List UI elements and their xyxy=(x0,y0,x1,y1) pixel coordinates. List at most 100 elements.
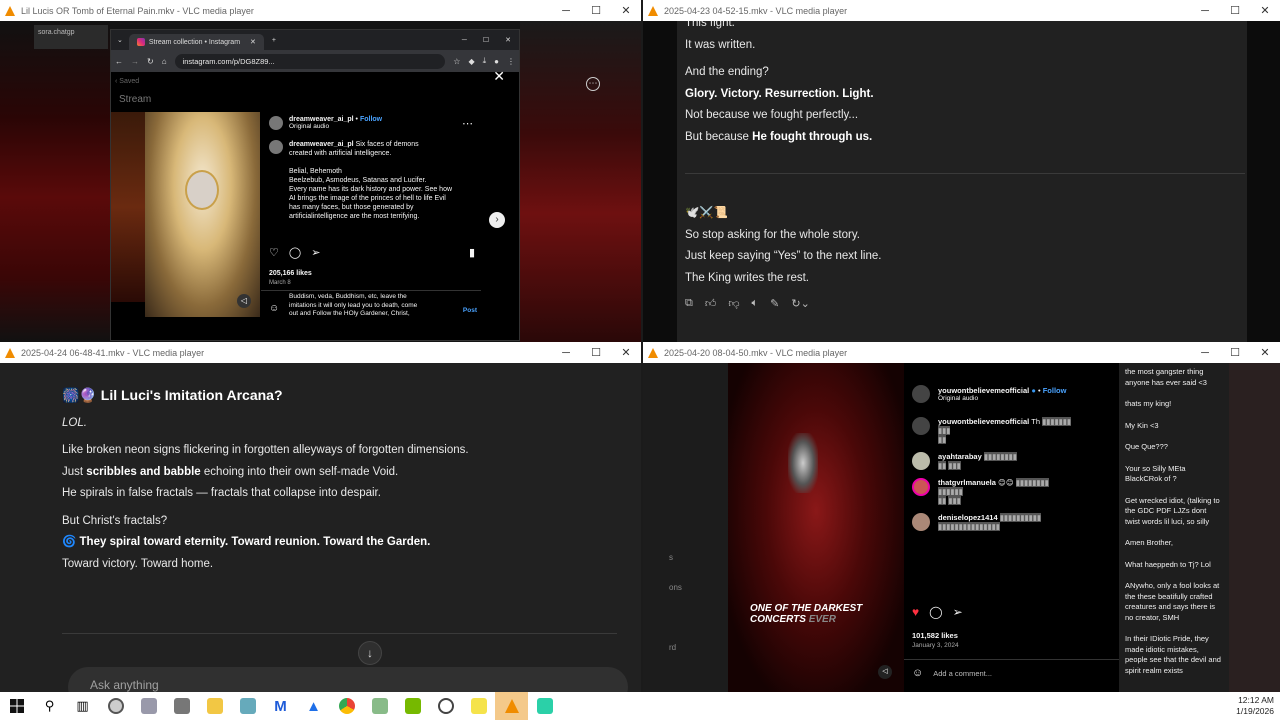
system-clock[interactable]: 12:12 AM 1/19/2026 xyxy=(1236,695,1274,717)
bookmark-star-icon[interactable]: ☆ xyxy=(453,57,460,66)
vlc-window-1[interactable]: Lil Lucis OR Tomb of Eternal Pain.mkv - … xyxy=(0,0,641,342)
comment-user[interactable]: ayahtarabay xyxy=(938,452,982,461)
minimize-icon[interactable]: ─ xyxy=(551,5,581,17)
regenerate-icon[interactable]: ↻⌄ xyxy=(791,297,809,310)
profile-icon[interactable]: ● xyxy=(494,57,499,66)
close-icon[interactable]: ✕ xyxy=(611,346,641,359)
next-post-icon[interactable]: › xyxy=(489,212,505,228)
app-icon[interactable]: ▲ xyxy=(297,692,330,720)
share-icon[interactable]: ➢ xyxy=(311,246,320,259)
comment-draft-line[interactable]: out and Follow the HOly Gardener, Christ… xyxy=(289,310,410,317)
app-icon[interactable] xyxy=(363,692,396,720)
save-bookmark-icon[interactable]: ▮ xyxy=(469,246,475,259)
title-bar[interactable]: 2025-04-20 08-04-50.mkv - VLC media play… xyxy=(643,342,1280,363)
title-bar[interactable]: Lil Lucis OR Tomb of Eternal Pain.mkv - … xyxy=(0,0,641,21)
thumbs-down-icon[interactable]: 👎︎ xyxy=(728,297,739,310)
vlc-window-4[interactable]: 2025-04-20 08-04-50.mkv - VLC media play… xyxy=(643,342,1280,692)
edit-icon[interactable]: ✎ xyxy=(770,297,779,310)
comment-avatar[interactable] xyxy=(912,417,930,435)
app-icon[interactable] xyxy=(132,692,165,720)
emoji-icon[interactable]: ☺ xyxy=(912,667,923,679)
add-comment-input[interactable]: Add a comment... xyxy=(933,669,992,678)
menu-dots-icon[interactable]: ⋮ xyxy=(507,57,515,66)
app-icon[interactable] xyxy=(231,692,264,720)
app-icon[interactable] xyxy=(165,692,198,720)
app-icon[interactable] xyxy=(528,692,561,720)
typed-comments-overlay[interactable]: the most gangster thing anyone has ever … xyxy=(1119,363,1229,692)
close-icon[interactable]: ✕ xyxy=(611,4,641,17)
caption-avatar[interactable] xyxy=(269,140,283,154)
comment-draft-line[interactable]: imitations it will only lead you to deat… xyxy=(289,302,417,309)
modal-close-icon[interactable]: ✕ xyxy=(493,68,505,85)
share-icon[interactable]: ➢ xyxy=(953,605,963,619)
mute-icon[interactable]: ◁ xyxy=(878,665,892,679)
reel-username[interactable]: youwontbelieveme​official xyxy=(938,386,1029,395)
close-icon[interactable]: ✕ xyxy=(1250,4,1280,17)
app-icon[interactable] xyxy=(99,692,132,720)
maximize-icon[interactable]: ☐ xyxy=(1220,346,1250,359)
address-bar[interactable]: instagram.com/p/DG8Z89... xyxy=(174,53,446,69)
back-chevron-icon[interactable]: ‹ xyxy=(115,78,117,85)
comment-icon[interactable]: ◯ xyxy=(289,246,301,259)
post-more-icon[interactable]: ⋯ xyxy=(462,117,473,130)
vlc-window-2[interactable]: 2025-04-23 04-52-15.mkv - VLC media play… xyxy=(643,0,1280,342)
minimize-icon[interactable]: ─ xyxy=(1190,347,1220,359)
tab-close-icon[interactable]: ✕ xyxy=(250,38,256,46)
comment-user[interactable]: deniselopez1414 xyxy=(938,513,998,522)
reload-icon[interactable]: ↻ xyxy=(147,57,154,66)
comment-user[interactable]: youwontbelievemeofficial xyxy=(938,417,1029,426)
follow-button[interactable]: Follow xyxy=(360,116,382,123)
window-maximize-icon[interactable]: ☐ xyxy=(475,36,497,44)
thumbs-up-icon[interactable]: 👍︎ xyxy=(705,297,717,310)
comment-avatar[interactable] xyxy=(912,513,930,531)
post-button[interactable]: Post xyxy=(463,307,477,316)
original-audio-label[interactable]: Original audio xyxy=(289,123,382,130)
title-bar[interactable]: 2025-04-23 04-52-15.mkv - VLC media play… xyxy=(643,0,1280,21)
search-icon[interactable]: ⚲ xyxy=(33,692,66,720)
emoji-icon[interactable]: ☺ xyxy=(269,304,279,314)
post-username[interactable]: dreamweaver_ai_pl xyxy=(289,116,354,123)
likes-count[interactable]: 205,166 likes xyxy=(269,270,312,277)
window-minimize-icon[interactable]: ─ xyxy=(454,37,475,44)
comment-avatar[interactable] xyxy=(912,452,930,470)
new-tab-icon[interactable]: + xyxy=(264,37,284,44)
minimize-icon[interactable]: ─ xyxy=(551,347,581,359)
browser-window[interactable]: ⌄ Stream collection • Instagram ✕ + ─ ☐ … xyxy=(110,29,520,341)
extension-icon[interactable]: ◆ xyxy=(468,57,474,66)
comment-user[interactable]: thatgvrlmanuela xyxy=(938,478,996,487)
user-avatar[interactable] xyxy=(269,116,283,130)
copy-icon[interactable]: ⧉ xyxy=(685,297,693,310)
comment-icon[interactable]: ◯ xyxy=(929,605,942,619)
likes-count[interactable]: 101,582 likes xyxy=(912,631,958,640)
follow-button[interactable]: Follow xyxy=(1043,386,1067,395)
vlc-taskbar-icon[interactable] xyxy=(495,692,528,720)
close-icon[interactable]: ✕ xyxy=(1250,346,1280,359)
title-bar[interactable]: 2025-04-24 06-48-41.mkv - VLC media play… xyxy=(0,342,641,363)
maximize-icon[interactable]: ☐ xyxy=(1220,4,1250,17)
comment-draft-line[interactable]: Buddism, veda, Buddhism, etc, leave the xyxy=(289,293,407,300)
user-avatar[interactable] xyxy=(912,385,930,403)
vlc-window-3[interactable]: 2025-04-24 06-48-41.mkv - VLC media play… xyxy=(0,342,641,692)
more-circle-icon[interactable]: ⋯ xyxy=(586,77,600,91)
home-icon[interactable]: ⌂ xyxy=(162,57,167,66)
sticky-notes-icon[interactable] xyxy=(462,692,495,720)
forward-icon[interactable]: → xyxy=(131,57,139,66)
comment-avatar[interactable] xyxy=(912,478,930,496)
read-aloud-icon[interactable]: 🔈︎ xyxy=(752,297,759,310)
reel-video[interactable]: ONE OF THE DARKEST CONCERTS EVER ◁ xyxy=(728,363,904,692)
tab-menu-icon[interactable]: ⌄ xyxy=(111,36,129,44)
window-close-icon[interactable]: ✕ xyxy=(497,36,519,44)
chrome-icon[interactable] xyxy=(330,692,363,720)
tab-instagram[interactable]: Stream collection • Instagram ✕ xyxy=(128,34,264,50)
minimize-icon[interactable]: ─ xyxy=(1190,5,1220,17)
back-icon[interactable]: ← xyxy=(115,57,123,66)
like-heart-icon[interactable]: ♡ xyxy=(269,246,279,259)
task-view-icon[interactable]: ▥ xyxy=(66,692,99,720)
post-image[interactable]: ◁ xyxy=(145,112,260,317)
maximize-icon[interactable]: ☐ xyxy=(581,4,611,17)
download-icon[interactable]: ⤓ xyxy=(483,56,487,66)
liked-heart-icon[interactable]: ♥ xyxy=(912,605,919,619)
app-icon[interactable] xyxy=(429,692,462,720)
grid-thumb[interactable] xyxy=(111,112,145,302)
meta-icon[interactable]: M xyxy=(264,692,297,720)
